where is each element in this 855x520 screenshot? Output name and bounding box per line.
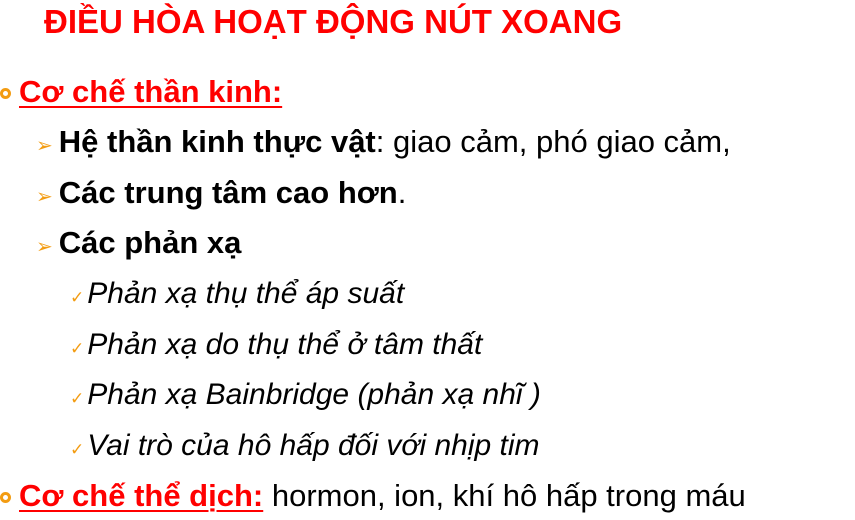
section-mechanism-neural: Cơ chế thần kinh:	[0, 72, 282, 112]
section-heading: Cơ chế thể dịch:	[19, 478, 264, 513]
check-bullet-icon: ✓	[70, 288, 85, 307]
item-text: : giao cảm, phó giao cảm,	[375, 124, 731, 159]
list-item: ➢ Các trung tâm cao hơn .	[36, 173, 406, 217]
item-bold-text: Các trung tâm cao hơn	[58, 175, 398, 210]
sub-list-item: ✓ Phản xạ do thụ thể ở tâm thất	[70, 325, 482, 369]
check-bullet-icon: ✓	[70, 389, 85, 408]
check-bullet-icon: ✓	[70, 339, 85, 358]
arrow-bullet-icon: ➢	[36, 186, 53, 208]
sub-list-item: ✓ Phản xạ thụ thể áp suất	[70, 274, 404, 318]
sub-item-text: Phản xạ thụ thể áp suất	[87, 277, 405, 310]
item-bold-text: Các phản xạ	[58, 225, 242, 260]
sub-item-text: Phản xạ Bainbridge (phản xạ nhĩ )	[87, 378, 541, 411]
check-bullet-icon: ✓	[70, 440, 85, 459]
item-text: .	[397, 175, 407, 210]
circle-bullet-icon	[0, 88, 11, 99]
list-item: ➢ Hệ thần kinh thực vật : giao cảm, phó …	[36, 122, 731, 166]
arrow-bullet-icon: ➢	[36, 135, 53, 157]
list-item: ➢ Các phản xạ	[36, 223, 241, 267]
circle-bullet-icon	[0, 492, 11, 503]
section-mechanism-humoral: Cơ chế thể dịch: hormon, ion, khí hô hấp…	[0, 476, 746, 516]
sub-list-item: ✓ Phản xạ Bainbridge (phản xạ nhĩ )	[70, 375, 541, 419]
section-heading: Cơ chế thần kinh:	[19, 74, 283, 109]
arrow-bullet-icon: ➢	[36, 236, 53, 258]
section-text: hormon, ion, khí hô hấp trong máu	[263, 478, 746, 513]
item-bold-text: Hệ thần kinh thực vật	[58, 124, 376, 159]
sub-list-item: ✓ Vai trò của hô hấp đối với nhịp tim	[70, 426, 540, 470]
sub-item-text: Vai trò của hô hấp đối với nhịp tim	[87, 429, 540, 462]
sub-item-text: Phản xạ do thụ thể ở tâm thất	[87, 328, 483, 361]
slide-title: ĐIỀU HÒA HOẠT ĐỘNG NÚT XOANG	[44, 3, 623, 40]
